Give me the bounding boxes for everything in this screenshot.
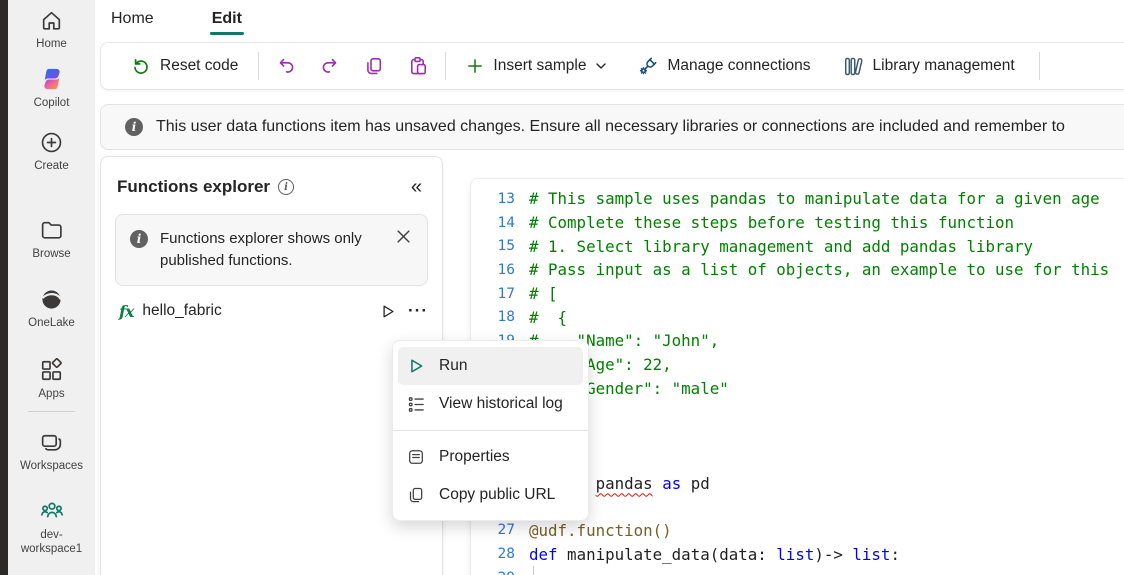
- toolbar-separator: [1039, 52, 1040, 80]
- code-text: # [: [529, 284, 558, 303]
- sidebar-item-onelake[interactable]: OneLake: [8, 287, 95, 330]
- line-number: 13: [471, 191, 515, 207]
- code-line[interactable]: 27 @udf.function(): [471, 519, 1124, 543]
- historical-log-icon: [406, 395, 426, 414]
- sidebar-item-dev-workspace1[interactable]: dev-workspace1: [8, 498, 95, 557]
- fx-function-icon: fx: [119, 302, 133, 321]
- sidebar-item-workspaces[interactable]: Workspaces: [8, 430, 95, 473]
- run-icon: [406, 357, 426, 375]
- context-menu: Run View historical log Properties Copy …: [392, 340, 589, 521]
- ribbon-tabs: Home Edit: [95, 0, 1124, 38]
- plus-icon: [466, 57, 484, 75]
- menu-item-copy-public-url[interactable]: Copy public URL: [398, 476, 583, 514]
- run-function-button[interactable]: [379, 303, 396, 320]
- folder-icon: [39, 218, 64, 243]
- more-options-button[interactable]: ···: [408, 307, 428, 316]
- manage-connections-button[interactable]: Manage connections: [629, 50, 818, 83]
- code-text: # Complete these steps before testing th…: [529, 213, 1014, 232]
- toolbar-separator: [445, 52, 446, 80]
- line-number: 29: [471, 570, 515, 575]
- sidebar-item-create[interactable]: Create: [8, 130, 95, 173]
- line-number: 17: [471, 286, 515, 302]
- function-name: hello_fabric: [142, 302, 221, 320]
- copy-icon: [406, 486, 426, 504]
- line-number: 27: [471, 522, 515, 538]
- collapse-panel-icon[interactable]: «: [405, 175, 428, 199]
- apps-grid-icon: [39, 358, 64, 383]
- published-functions-notice: i Functions explorer shows only publishe…: [115, 214, 428, 286]
- sidebar-item-copilot[interactable]: Copilot: [8, 66, 95, 110]
- info-icon: i: [125, 118, 143, 136]
- code-text: # 1. Select library management and add p…: [529, 237, 1033, 256]
- library-management-button[interactable]: Library management: [835, 50, 1023, 83]
- code-line[interactable]: 28 def manipulate_data(data: list)-> list…: [471, 542, 1124, 566]
- banner-text: This user data functions item has unsave…: [156, 118, 1065, 136]
- workspaces-icon: [39, 430, 64, 455]
- home-icon: [39, 8, 64, 33]
- sidebar-item-apps[interactable]: Apps: [8, 358, 95, 401]
- tab-edit[interactable]: Edit: [196, 0, 258, 38]
- code-line[interactable]: 17 # [: [471, 282, 1124, 306]
- undo-button[interactable]: [271, 51, 301, 81]
- left-nav-sidebar: Home Copilot Create Browse OneLake: [8, 0, 95, 575]
- code-line[interactable]: 14 # Complete these steps before testing …: [471, 211, 1124, 235]
- line-number: 18: [471, 309, 515, 325]
- code-line[interactable]: 18 # {: [471, 305, 1124, 329]
- code-line[interactable]: 13 # This sample uses pandas to manipulat…: [471, 187, 1124, 211]
- workspace-people-icon: [39, 498, 65, 524]
- code-line[interactable]: 29: [471, 566, 1124, 575]
- sidebar-item-home[interactable]: Home: [8, 8, 95, 51]
- insert-sample-button[interactable]: Insert sample: [458, 51, 615, 81]
- paste-button[interactable]: [403, 51, 433, 81]
- line-number: 15: [471, 238, 515, 254]
- copy-button[interactable]: [359, 51, 389, 81]
- edit-toolbar: Reset code Insert sample Manage connecti…: [100, 42, 1124, 90]
- window-edge-rail: [0, 0, 8, 575]
- reset-arrow-icon: [131, 56, 151, 76]
- panel-title: Functions explorer: [117, 177, 270, 197]
- onelake-icon: [39, 287, 64, 312]
- close-icon[interactable]: [390, 228, 417, 272]
- plug-gear-icon: [637, 56, 658, 77]
- tab-home[interactable]: Home: [95, 0, 170, 38]
- library-books-icon: [843, 56, 864, 77]
- redo-button[interactable]: [315, 51, 345, 81]
- line-number: 14: [471, 215, 515, 231]
- app-window: Home Copilot Create Browse OneLake: [0, 0, 1124, 575]
- code-text: # {: [529, 308, 567, 327]
- menu-item-view-historical-log[interactable]: View historical log: [398, 385, 583, 423]
- function-list-item[interactable]: fx hello_fabric ···: [119, 302, 428, 321]
- code-line[interactable]: 15 # 1. Select library management and add…: [471, 234, 1124, 258]
- copilot-icon: [39, 66, 65, 92]
- info-icon[interactable]: i: [278, 179, 294, 195]
- code-text: @udf.function(): [529, 521, 672, 540]
- chevron-down-icon: [595, 60, 607, 72]
- notice-text: Functions explorer shows only published …: [160, 228, 378, 272]
- sidebar-divider: [28, 411, 75, 412]
- menu-item-run[interactable]: Run: [398, 347, 583, 385]
- code-line[interactable]: 16 # Pass input as a list of objects, an …: [471, 258, 1124, 282]
- info-icon: i: [130, 230, 148, 248]
- code-text: # Pass input as a list of objects, an ex…: [529, 260, 1109, 279]
- code-text: def manipulate_data(data: list)-> list:: [529, 545, 900, 564]
- code-text: # This sample uses pandas to manipulate …: [529, 189, 1100, 208]
- line-number: 28: [471, 546, 515, 562]
- sidebar-item-browse[interactable]: Browse: [8, 218, 95, 261]
- reset-code-button[interactable]: Reset code: [123, 50, 246, 82]
- menu-item-properties[interactable]: Properties: [398, 438, 583, 476]
- line-number: 16: [471, 262, 515, 278]
- unsaved-changes-banner: i This user data functions item has unsa…: [100, 104, 1124, 150]
- properties-icon: [406, 448, 426, 466]
- create-plus-icon: [39, 130, 64, 155]
- menu-divider: [393, 430, 588, 431]
- toolbar-separator: [258, 52, 259, 80]
